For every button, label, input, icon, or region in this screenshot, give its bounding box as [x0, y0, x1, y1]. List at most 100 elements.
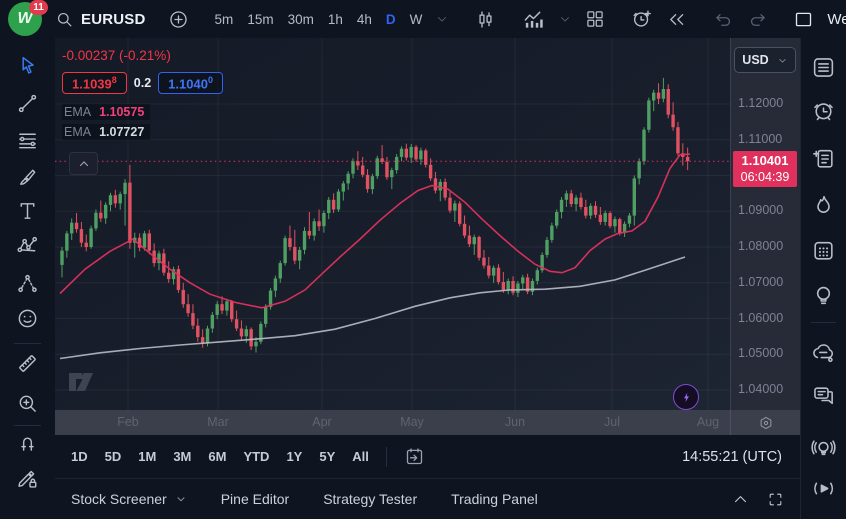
toolbar-divider	[386, 447, 387, 467]
public-chats-icon[interactable]	[801, 336, 846, 370]
range-all-button[interactable]: All	[352, 449, 369, 464]
chevron-down-icon	[175, 493, 187, 505]
forecast-icon[interactable]	[0, 266, 55, 300]
watchlist-icon[interactable]	[801, 50, 846, 84]
price-tick-label: 1.04000	[738, 382, 798, 396]
indicator-row-ema-slow[interactable]: EMA 1.07727	[62, 124, 150, 140]
undo-icon[interactable]	[713, 9, 734, 30]
boost-lightning-button[interactable]	[673, 384, 699, 410]
streams-icon[interactable]	[801, 471, 846, 505]
range-5y-button[interactable]: 5Y	[319, 449, 335, 464]
go-to-date-icon[interactable]	[404, 446, 425, 467]
price-tick-label: 1.11000	[738, 132, 798, 146]
compare-add-icon[interactable]	[168, 9, 189, 30]
brush-icon[interactable]	[0, 160, 55, 194]
search-icon[interactable]	[55, 10, 74, 29]
price-tick-label: 1.07000	[738, 275, 798, 289]
account-name[interactable]: Wealthy	[827, 11, 846, 28]
rail-divider	[811, 322, 836, 323]
emoji-icon[interactable]	[0, 301, 55, 335]
timeframe-1h[interactable]: 1h	[328, 12, 343, 27]
zoom-in-icon[interactable]	[0, 386, 55, 420]
xabcd-pattern-icon[interactable]	[0, 228, 55, 262]
chevron-up-icon[interactable]	[732, 491, 749, 508]
range-1m-button[interactable]: 1M	[138, 449, 156, 464]
symbol-search-button[interactable]: EURUSD	[81, 11, 146, 28]
ideas-icon[interactable]	[801, 278, 846, 312]
current-price-badge: 1.10401 06:04:39	[733, 151, 797, 187]
chat-icon[interactable]	[801, 378, 846, 412]
bottom-panel-tabs: Stock Screener Pine Editor Strategy Tester…	[55, 478, 800, 519]
right-widget-rail	[800, 38, 846, 519]
chart-type-candles-icon[interactable]	[475, 9, 496, 30]
fib-retracement-icon[interactable]	[0, 123, 55, 157]
draw-lock-icon[interactable]	[0, 461, 55, 495]
layout-grid-icon[interactable]	[585, 9, 605, 29]
magnet-icon[interactable]	[0, 425, 55, 459]
session-clock[interactable]: 14:55:21 (UTC)	[682, 449, 784, 465]
sell-button[interactable]: 1.10398	[62, 72, 127, 94]
indicators-icon[interactable]	[522, 8, 545, 31]
ruler-icon[interactable]	[0, 346, 55, 380]
buy-button[interactable]: 1.10400	[158, 72, 223, 94]
chevron-down-icon[interactable]	[435, 12, 449, 26]
gear-icon[interactable]	[758, 415, 774, 431]
drawing-tools-rail	[0, 38, 55, 519]
chevron-down-icon[interactable]	[558, 12, 572, 26]
timeframe-group: 5m 15m 30m 1h 4h DW	[215, 12, 423, 27]
time-tick-label: Mar	[196, 415, 240, 429]
range-ytd-button[interactable]: YTD	[243, 449, 269, 464]
range-5d-button[interactable]: 5D	[105, 449, 122, 464]
timeframe-30m[interactable]: 30m	[288, 12, 314, 27]
time-tick-label: Aug	[686, 415, 730, 429]
time-tick-label: May	[390, 415, 434, 429]
notification-badge: 11	[29, 0, 48, 15]
range-1y-button[interactable]: 1Y	[286, 449, 302, 464]
time-tick-label: Apr	[300, 415, 344, 429]
timeframe-4h[interactable]: 4h	[357, 12, 372, 27]
hotlists-icon[interactable]	[801, 188, 846, 222]
chart-legend: -0.00237 (-0.21%) 1.10398 0.2 1.10400 EM…	[62, 48, 223, 144]
price-tick-label: 1.05000	[738, 346, 798, 360]
ideas-live-icon[interactable]	[801, 431, 846, 465]
notes-icon[interactable]	[801, 141, 846, 175]
range-6m-button[interactable]: 6M	[208, 449, 226, 464]
alert-add-icon[interactable]	[631, 8, 653, 30]
trading-platform-window: W 11 EURUSD 5m 15m 30m 1h 4h DW Wealthy	[0, 0, 846, 519]
tab-trading-panel[interactable]: Trading Panel	[451, 491, 538, 507]
price-change-text: -0.00237 (-0.21%)	[62, 48, 223, 63]
price-tick-label: 1.08000	[738, 239, 798, 253]
app-logo[interactable]: W 11	[8, 2, 42, 36]
time-tick-label: Jun	[493, 415, 537, 429]
timeframe-5m[interactable]: 5m	[215, 12, 234, 27]
range-3m-button[interactable]: 3M	[173, 449, 191, 464]
redo-icon[interactable]	[747, 9, 768, 30]
rail-divider	[14, 343, 41, 344]
indicator-row-ema-fast[interactable]: EMA 1.10575	[62, 104, 150, 120]
maximize-panel-icon[interactable]	[767, 491, 784, 508]
save-layout-icon[interactable]	[793, 9, 814, 30]
time-tick-label: Jul	[590, 415, 634, 429]
tab-stock-screener[interactable]: Stock Screener	[71, 491, 187, 507]
range-1d-button[interactable]: 1D	[71, 449, 88, 464]
cursor-icon[interactable]	[0, 48, 55, 82]
top-toolbar: W 11 EURUSD 5m 15m 30m 1h 4h DW Wealthy	[0, 0, 846, 38]
timeframe-15m[interactable]: 15m	[247, 12, 273, 27]
chart-pane[interactable]: -0.00237 (-0.21%) 1.10398 0.2 1.10400 EM…	[55, 38, 800, 410]
axis-settings-cell[interactable]	[730, 410, 800, 435]
alerts-icon[interactable]	[801, 93, 846, 127]
bid-ask-row: 1.10398 0.2 1.10400	[62, 72, 223, 94]
time-tick-label: Feb	[106, 415, 150, 429]
timeframe-D[interactable]: D	[386, 12, 396, 27]
replay-icon[interactable]	[666, 9, 687, 30]
calendar-icon[interactable]	[801, 233, 846, 267]
time-axis[interactable]: Feb Mar Apr May Jun Jul Aug	[55, 410, 800, 435]
tab-strategy-tester[interactable]: Strategy Tester	[323, 491, 417, 507]
trend-line-icon[interactable]	[0, 86, 55, 120]
timeframe-W[interactable]: W	[410, 12, 423, 27]
collapse-legend-button[interactable]	[69, 152, 98, 175]
currency-dropdown[interactable]: USD	[734, 47, 796, 73]
tab-pine-editor[interactable]: Pine Editor	[221, 491, 289, 507]
text-tool-icon[interactable]	[0, 193, 55, 227]
tradingview-watermark-logo	[68, 372, 102, 397]
